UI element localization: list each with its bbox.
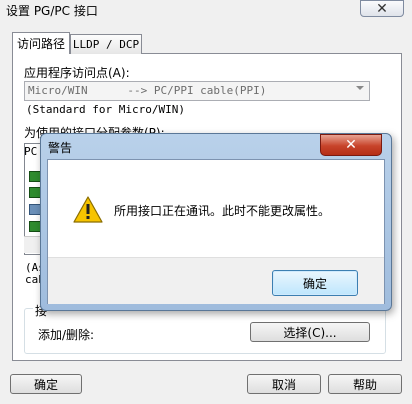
warning-close-button[interactable]: ✕ (320, 134, 382, 156)
select-button[interactable]: 选择(C)... (250, 322, 370, 342)
tab-access-path[interactable]: 访问路径 (12, 32, 70, 54)
cancel-button[interactable]: 取消 (247, 374, 321, 394)
warning-ok-button-label: 确定 (302, 276, 327, 291)
tab-lldp-dcp-label: LLDP / DCP (72, 38, 140, 51)
warning-message: 所用接口正在通讯。此时不能更改属性。 (114, 204, 331, 218)
close-icon: ✕ (345, 137, 357, 153)
cancel-button-label: 取消 (271, 377, 296, 392)
chevron-down-icon[interactable] (356, 86, 364, 90)
tab-access-path-label: 访问路径 (16, 37, 65, 51)
tab-lldp-dcp[interactable]: LLDP / DCP (70, 34, 142, 54)
close-icon: ✕ (376, 0, 388, 17)
access-point-label: 应用程序访问点(A): (24, 66, 130, 80)
access-point-description: (Standard for Micro/WIN) (26, 103, 185, 116)
ok-button[interactable]: 确定 (10, 374, 82, 394)
add-remove-label: 添加/删除: (38, 328, 95, 342)
window-title: 设置 PG/PC 接口 (6, 4, 98, 18)
select-button-label: 选择(C)... (283, 325, 337, 340)
warning-title: 警告 (48, 141, 73, 155)
help-button-label: 帮助 (352, 377, 377, 392)
close-button[interactable]: ✕ (360, 0, 404, 17)
help-button[interactable]: 帮助 (328, 374, 402, 394)
access-point-value: Micro/WIN --> PC/PPI cable(PPI) (28, 84, 267, 97)
warning-triangle-icon (73, 196, 103, 223)
interface-list-header: PC (24, 145, 38, 158)
warning-ok-button[interactable]: 确定 (272, 270, 358, 296)
ok-button-label: 确定 (33, 377, 58, 392)
